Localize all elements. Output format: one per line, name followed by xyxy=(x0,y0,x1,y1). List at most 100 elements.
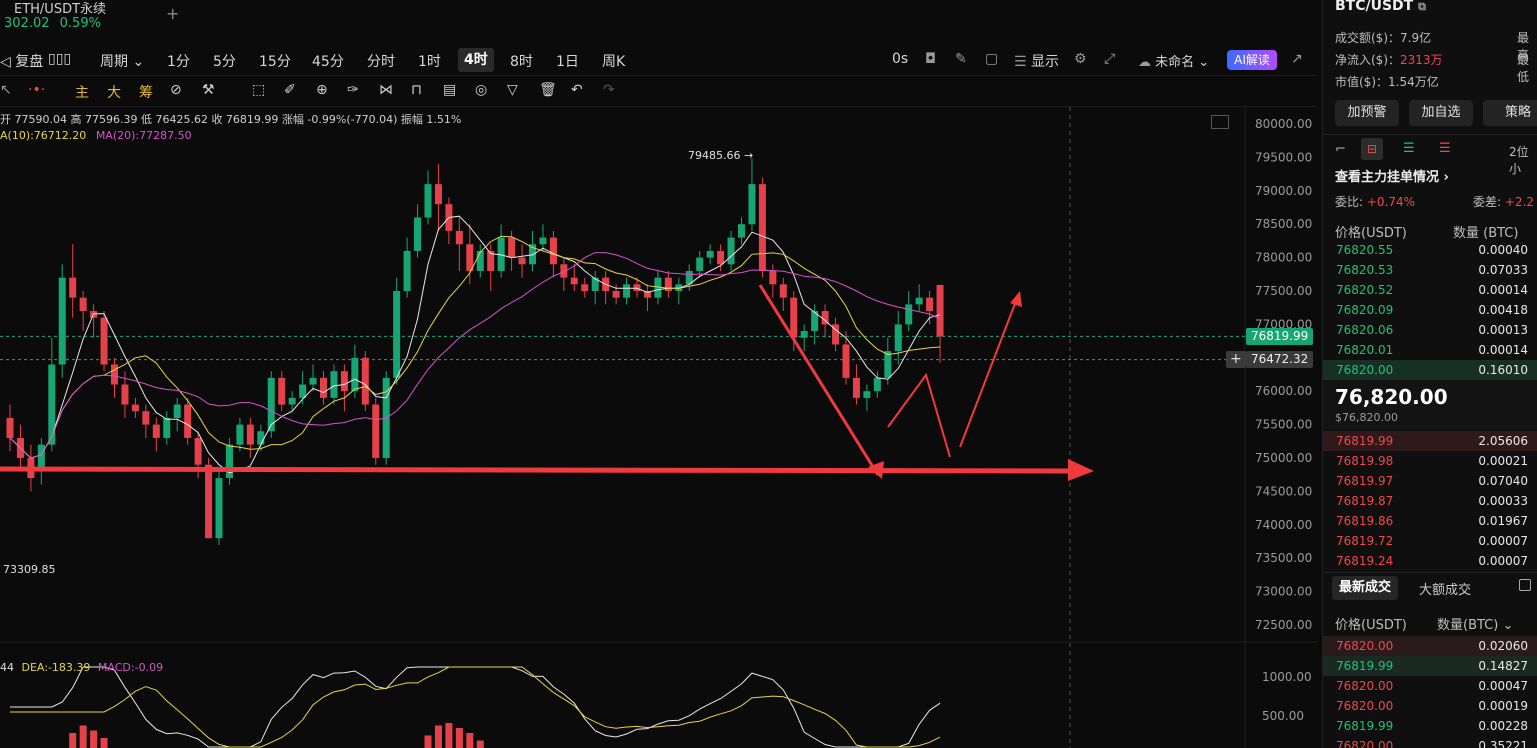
filter-checkbox[interactable] xyxy=(1519,579,1531,591)
trade-row[interactable]: 76820.00 0.35221 xyxy=(1323,736,1537,748)
orderbook-asks-icon[interactable]: ☰ xyxy=(1439,141,1451,156)
ask-row[interactable]: 76820.53 0.07033 xyxy=(1323,260,1537,280)
undo-icon[interactable]: ↶ xyxy=(571,82,583,98)
strategy-button[interactable]: 策略 xyxy=(1483,100,1537,126)
candle-body xyxy=(518,257,526,265)
ask-row[interactable]: 76820.09 0.00418 xyxy=(1323,300,1537,320)
expand-icon[interactable] xyxy=(1211,115,1229,129)
trade-row[interactable]: 76820.00 0.00019 xyxy=(1323,696,1537,716)
watchlist-button[interactable]: 加自选 xyxy=(1409,100,1473,126)
macd-axis-tick-label: 1000.00 xyxy=(1262,670,1312,684)
pattern-icon[interactable]: ⋈ xyxy=(379,82,393,98)
bid-row[interactable]: 76819.98 0.00021 xyxy=(1323,451,1537,471)
bid-row[interactable]: 76819.97 0.07040 xyxy=(1323,471,1537,491)
trade-row[interactable]: 76820.00 0.00047 xyxy=(1323,676,1537,696)
interval-timeshare[interactable]: 分时 xyxy=(367,51,395,71)
chip-button[interactable]: 筹 xyxy=(139,82,153,102)
orderbook-bids-icon[interactable]: ☰ xyxy=(1403,141,1415,156)
layout-dropdown[interactable]: ☁ 未命名 ⌄ xyxy=(1138,51,1209,70)
candle-body xyxy=(915,297,923,305)
ruler-icon[interactable]: ✐ xyxy=(284,82,296,98)
layout-dots-icon[interactable]: ▯▯▯ xyxy=(48,51,71,67)
orderbook-link[interactable]: 查看主力挂单情况 › xyxy=(1335,166,1449,185)
interval-5m[interactable]: 5分 xyxy=(213,51,236,71)
brush-icon[interactable]: ✑ xyxy=(347,82,359,98)
bid-row[interactable]: 76819.72 0.00007 xyxy=(1323,531,1537,551)
redo-icon[interactable]: ↷ xyxy=(603,82,615,98)
macd-bar xyxy=(445,723,453,748)
ask-row[interactable]: 76820.52 0.00014 xyxy=(1323,280,1537,300)
zoom-icon[interactable]: ⊕ xyxy=(316,82,328,98)
ask-row[interactable]: 76820.06 0.00013 xyxy=(1323,320,1537,340)
indicator-dots-icon[interactable]: ·•· xyxy=(28,82,45,98)
eth-change: 0.59% xyxy=(59,16,101,31)
chat-icon[interactable]: ▢ xyxy=(985,51,998,67)
candlestick-chart[interactable]: 80000.00 79500.00 79000.00 78500.00 78000.00… xyxy=(0,107,1317,748)
crosshair-plus-icon[interactable]: + xyxy=(1226,351,1246,368)
trade-row[interactable]: 76819.99 0.14827 xyxy=(1323,656,1537,676)
price-chart[interactable]: 80000.00 79500.00 79000.00 78500.00 78000.00… xyxy=(0,107,1317,748)
precision-selector[interactable]: 2位小 xyxy=(1509,143,1537,177)
candle-body xyxy=(184,404,192,438)
cursor-icon[interactable]: ↖ xyxy=(0,82,12,98)
trade-row[interactable]: 76819.99 0.00228 xyxy=(1323,716,1537,736)
interval-4h[interactable]: 4时 xyxy=(458,48,494,72)
trade-qty: 0.00047 xyxy=(1478,679,1528,693)
crop-icon[interactable]: ⬚ xyxy=(252,82,265,98)
trade-row[interactable]: 76820.00 0.02060 xyxy=(1323,636,1537,656)
ask-row[interactable]: 76820.01 0.00014 xyxy=(1323,340,1537,360)
add-tab-button[interactable]: + xyxy=(166,4,179,23)
bid-row[interactable]: 76819.87 0.00033 xyxy=(1323,491,1537,511)
tab-latest-trades[interactable]: 最新成交 xyxy=(1332,576,1399,600)
display-button[interactable]: ☰ 显示 xyxy=(1014,51,1059,71)
ma10-line xyxy=(9,235,941,459)
candle-body xyxy=(581,284,589,291)
orderbook-split-icon[interactable]: ⊟ xyxy=(1361,138,1383,160)
candle-body xyxy=(372,404,380,458)
copy-icon[interactable]: ⧉ xyxy=(1418,0,1426,13)
macd-dea-line xyxy=(10,666,941,748)
interval-1h[interactable]: 1时 xyxy=(418,51,441,71)
candle-body xyxy=(466,244,474,271)
tab-eth-usdt[interactable]: ETH/USDT永续 xyxy=(14,0,106,17)
bid-row[interactable]: 76819.99 2.05606 xyxy=(1323,431,1537,451)
trash-icon[interactable]: 🗑 xyxy=(539,82,557,98)
candle-body xyxy=(236,424,244,445)
share-icon[interactable]: ↗ xyxy=(1291,51,1303,67)
fullscreen-icon[interactable]: ⤢ xyxy=(1104,51,1115,67)
big-order-button[interactable]: 大 xyxy=(107,82,121,102)
interval-week[interactable]: 周K xyxy=(602,51,625,71)
interval-15m[interactable]: 15分 xyxy=(259,51,291,71)
lock-icon[interactable]: ⊓ xyxy=(411,82,422,98)
candle-body xyxy=(800,331,808,338)
bid-qty: 0.00033 xyxy=(1478,494,1528,508)
interval-8h[interactable]: 8时 xyxy=(510,51,533,71)
bid-price: 76819.86 xyxy=(1336,514,1394,528)
pen-icon[interactable]: ✎ xyxy=(955,51,967,67)
compare-icon[interactable]: ⊘ xyxy=(170,82,182,98)
ask-row[interactable]: 76820.00 0.16010 xyxy=(1323,360,1537,380)
magnet-icon[interactable]: ◎ xyxy=(475,82,487,98)
camera-icon[interactable]: ◘ xyxy=(925,51,936,67)
diff-value: +2.2 xyxy=(1504,195,1535,209)
ask-row[interactable]: 76820.55 0.00040 xyxy=(1323,240,1537,260)
settings-icon[interactable]: ⚙ xyxy=(1074,51,1087,67)
interval-1m[interactable]: 1分 xyxy=(167,51,190,71)
interval-1d[interactable]: 1日 xyxy=(556,51,579,71)
candle-body xyxy=(549,237,557,265)
replay-button[interactable]: ◁ 复盘 xyxy=(0,51,43,71)
period-dropdown[interactable]: 周期 ⌄ xyxy=(100,51,144,71)
magic-icon[interactable]: ⚒ xyxy=(202,82,215,98)
macd-dif: 44 xyxy=(0,661,14,674)
edit-list-icon[interactable]: ▤ xyxy=(443,82,456,98)
alert-button[interactable]: 加预警 xyxy=(1335,100,1399,126)
ai-analysis-button[interactable]: AI解读 xyxy=(1227,50,1277,70)
bid-row[interactable]: 76819.86 0.01967 xyxy=(1323,511,1537,531)
main-indicator-button[interactable]: 主 xyxy=(75,82,89,102)
tab-big-trades[interactable]: 大额成交 xyxy=(1419,579,1471,598)
interval-45m[interactable]: 45分 xyxy=(312,51,344,71)
candle-body xyxy=(330,371,338,398)
orderbook-both-icon[interactable]: ⌐ xyxy=(1335,142,1346,157)
filter-icon[interactable]: ▽ xyxy=(507,82,518,98)
bid-row[interactable]: 76819.24 0.00007 xyxy=(1323,551,1537,571)
